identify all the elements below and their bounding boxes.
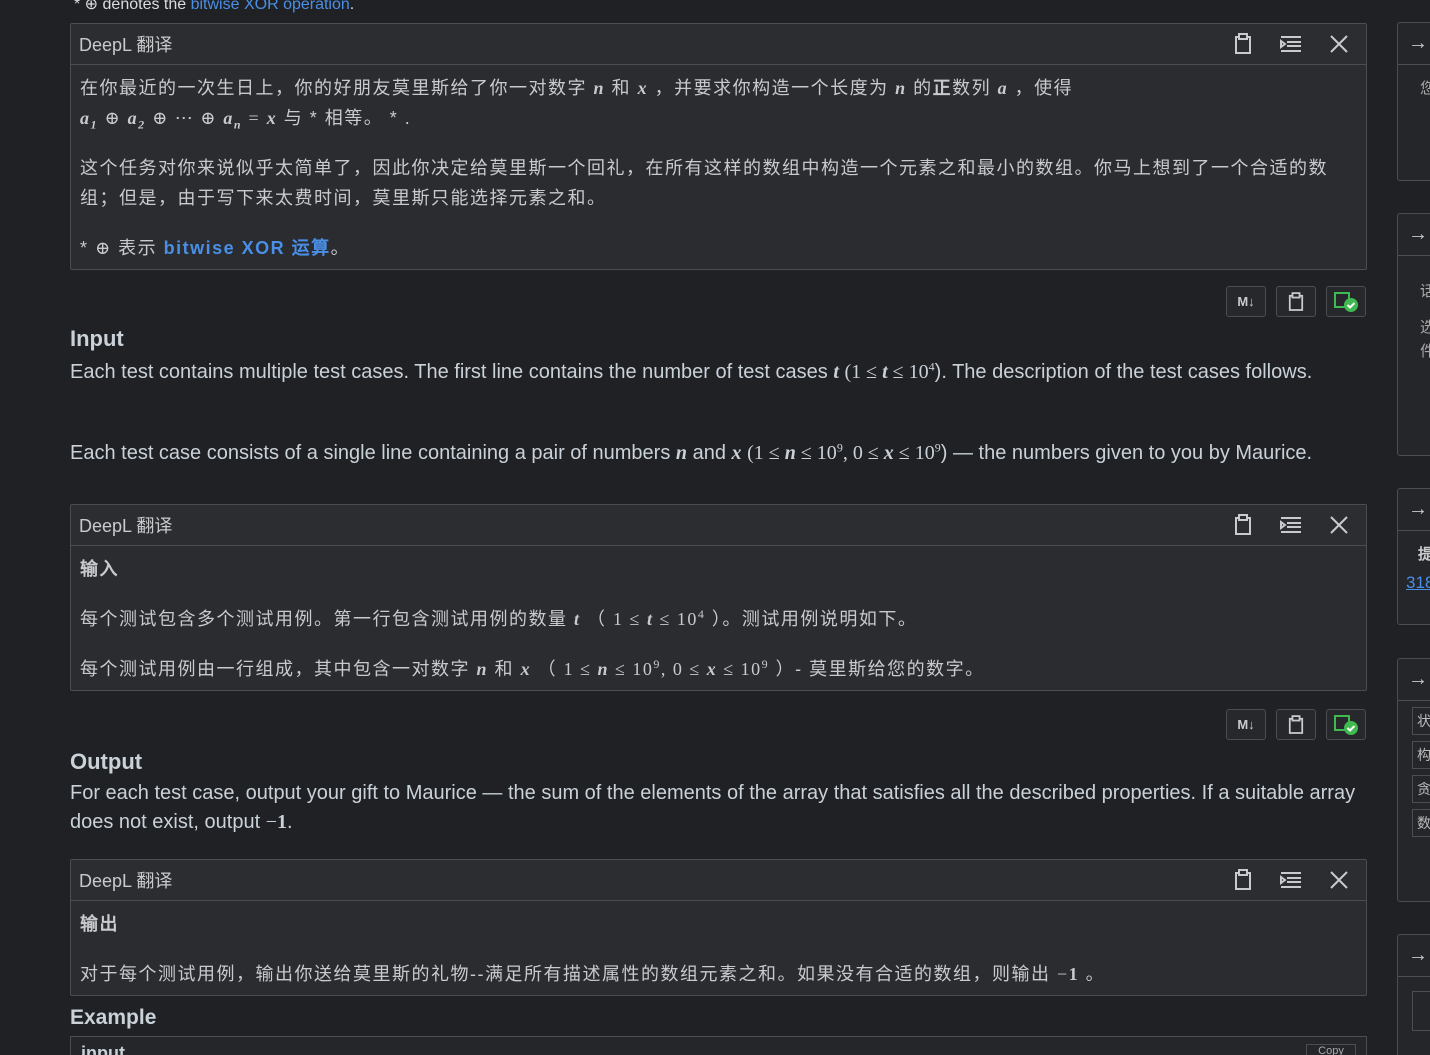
tag-box[interactable]: 贪 [1412, 775, 1430, 803]
sidebar-input[interactable] [1412, 991, 1430, 1031]
menu-icon[interactable] [1278, 31, 1304, 57]
input-description-2: Each test case consists of a single line… [70, 440, 1313, 464]
close-icon[interactable] [1326, 512, 1352, 538]
arrow-right-icon[interactable]: → [1398, 489, 1430, 531]
deepl-translation-panel-input: DeepL 翻译 输入 每个测试包含多个测试用例。第一行包含测试用例的数量 t … [70, 504, 1367, 691]
xor-link[interactable]: bitwise XOR operation [191, 0, 350, 13]
markdown-button[interactable]: M↓ [1226, 286, 1266, 317]
example-input-label: input [81, 1043, 125, 1055]
arrow-right-icon[interactable]: → [1398, 659, 1430, 701]
statement-translation-para2: 这个任务对你来说似乎太简单了，因此你决定给莫里斯一个回礼，在所有这样的数组中构造… [80, 158, 1328, 208]
input-translation-1: 每个测试包含多个测试用例。第一行包含测试用例的数量 t （ 1 ≤ t ≤ 10… [80, 607, 918, 629]
deepl-translation-panel-statement: DeepL 翻译 在你最近的一次生日上，你的好朋友莫里斯给了你一对数字 n 和 … [70, 23, 1367, 270]
xor-note-translation: * ⊕ 表示 bitwise XOR 运算。 [80, 238, 351, 258]
example-copy-button[interactable]: Copy [1306, 1044, 1356, 1055]
tag-box[interactable]: 构 [1412, 741, 1430, 769]
arrow-right-icon[interactable]: → [1398, 935, 1430, 977]
sidebar-link[interactable]: 318 [1398, 573, 1430, 593]
panel-title: DeepL 翻译 [79, 871, 173, 891]
tag-box[interactable]: 数 [1412, 809, 1430, 837]
output-heading: Output [70, 749, 143, 774]
translate-done-button[interactable] [1326, 709, 1366, 740]
xor-footnote: * ⊕ denotes the bitwise XOR operation. [74, 0, 354, 14]
arrow-right-icon[interactable]: → [1398, 214, 1430, 256]
close-icon[interactable] [1326, 31, 1352, 57]
copy-button[interactable] [1276, 286, 1316, 317]
copy-button[interactable] [1276, 709, 1316, 740]
clipboard-icon[interactable] [1230, 31, 1256, 57]
statement-translation: 在你最近的一次生日上，你的好朋友莫里斯给了你一对数字 n 和 x ，并要求你构造… [80, 78, 1074, 132]
output-translation: 对于每个测试用例，输出你送给莫里斯的礼物--满足所有描述属性的数组元素之和。如果… [80, 964, 1106, 984]
input-heading: Input [70, 326, 124, 351]
output-heading-translation: 输出 [80, 914, 119, 934]
arrow-right-icon[interactable]: → [1398, 23, 1430, 65]
xor-link-translated[interactable]: bitwise XOR 运算 [164, 238, 331, 258]
translate-done-button[interactable] [1326, 286, 1366, 317]
panel-title: DeepL 翻译 [79, 516, 173, 536]
tag-box[interactable]: 状 [1412, 707, 1430, 735]
clipboard-icon[interactable] [1230, 512, 1256, 538]
sidebar-card-4: → 状 构 贪 数 [1397, 658, 1430, 902]
markdown-button[interactable]: M↓ [1226, 709, 1266, 740]
input-heading-translation: 输入 [80, 559, 119, 579]
input-translation-2: 每个测试用例由一行组成，其中包含一对数字 n 和 x （ 1 ≤ n ≤ 109… [80, 657, 985, 679]
sidebar-card-3: → 提 318 [1397, 488, 1430, 625]
deepl-translation-panel-output: DeepL 翻译 输出 对于每个测试用例，输出你送给莫里斯的礼物--满足所有描述… [70, 859, 1367, 996]
input-description-1: Each test contains multiple test cases. … [70, 359, 1313, 383]
example-input-box: input Copy [70, 1036, 1367, 1055]
translation-toolbar-2: M↓ [1226, 709, 1366, 740]
menu-icon[interactable] [1278, 512, 1304, 538]
sidebar-card-5: → [1397, 934, 1430, 1055]
output-description: For each test case, output your gift to … [70, 782, 1356, 833]
clipboard-icon[interactable] [1230, 867, 1256, 893]
example-heading: Example [70, 1006, 157, 1029]
panel-title: DeepL 翻译 [79, 35, 173, 55]
sidebar-card-2: → 话 选 件 [1397, 213, 1430, 456]
close-icon[interactable] [1326, 867, 1352, 893]
translation-toolbar-1: M↓ [1226, 286, 1366, 317]
menu-icon[interactable] [1278, 867, 1304, 893]
sidebar-card-1: → 您 [1397, 22, 1430, 181]
